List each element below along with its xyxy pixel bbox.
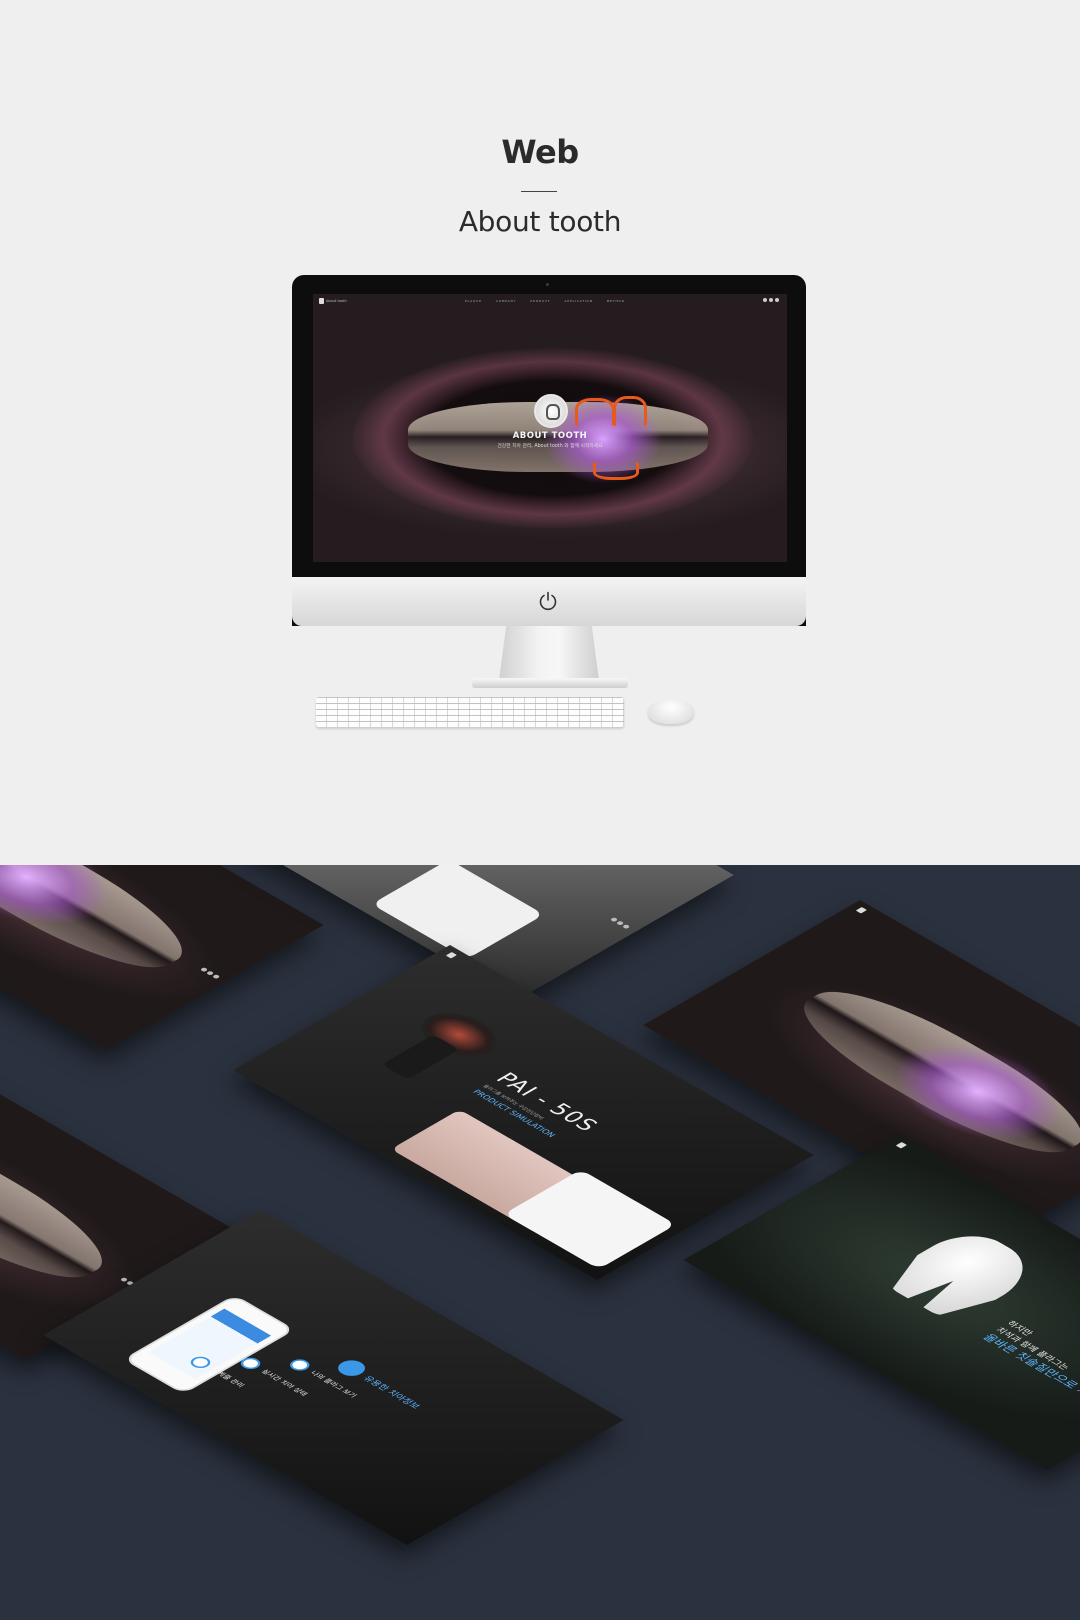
project-title: About tooth	[458, 205, 622, 238]
tooth-logo-icon	[855, 906, 867, 914]
heading-divider	[521, 191, 557, 192]
tooth-logo-icon	[895, 1141, 907, 1149]
facebook-icon[interactable]	[763, 298, 767, 302]
imac-base	[472, 678, 628, 688]
instagram-icon[interactable]	[775, 298, 779, 302]
menu-item-product[interactable]: PRODUCT	[530, 299, 550, 303]
hero-subtitle: 건강한 치아 관리, About tooth 와 함께 시작하세요	[497, 444, 603, 449]
app-feature-label: 스케줄 관리	[209, 1367, 246, 1389]
site-menu: PLAQUE COMPANY PRODUCT APPLICATION METHO…	[465, 299, 625, 303]
tooth-page-copy: 하지만 치석과 함께 플라그는 올바른 칫솔질만으로 제거	[980, 1320, 1080, 1403]
menu-item-application[interactable]: APPLICATION	[565, 299, 593, 303]
social-links	[763, 298, 779, 302]
category-heading: Web	[501, 133, 579, 171]
menu-item-method[interactable]: METHOD	[607, 299, 625, 303]
power-icon	[539, 591, 557, 611]
instagram-icon	[211, 974, 221, 980]
keyboard-image	[316, 697, 624, 727]
tooth-logo-icon	[445, 951, 457, 959]
presentation-top-section: Web About tooth About tooth PLAQUE COMPA…	[0, 0, 1080, 865]
plaque-outline	[613, 396, 647, 426]
instagram-icon	[621, 924, 631, 930]
site-brand-name: About tooth	[326, 299, 347, 303]
tooth-3d-image	[875, 1225, 1048, 1325]
site-logo	[855, 906, 867, 914]
plaque-outline	[575, 398, 615, 426]
isometric-mockups-section: PAI - 50S 플라그를 보여주는 구강진단장비 PRODUCT SIMUL…	[0, 865, 1080, 1620]
hero-title: ABOUT TOOTH	[512, 431, 588, 441]
product-title: PAI - 50S	[489, 1069, 604, 1136]
social-links	[199, 967, 221, 980]
camera-icon	[285, 1357, 314, 1374]
phone-image	[371, 865, 545, 960]
tooth-emblem-icon	[534, 394, 568, 428]
site-navbar: About tooth PLAQUE COMPANY PRODUCT APPLI…	[313, 294, 787, 308]
plaque-outline	[593, 462, 639, 480]
imac-camera	[546, 283, 549, 286]
mockup-page-mouth-top-left	[0, 865, 324, 1051]
app-feature-label: 유용한 치아정보	[360, 1374, 422, 1411]
site-logo	[895, 1141, 907, 1149]
teeth-image	[0, 1099, 132, 1295]
menu-item-company[interactable]: COMPANY	[496, 299, 516, 303]
tooth-logo-icon	[319, 298, 324, 304]
website-hero-screen: About tooth PLAQUE COMPANY PRODUCT APPLI…	[313, 294, 787, 562]
menu-item-plaque[interactable]: PLAQUE	[465, 299, 482, 303]
social-links	[609, 917, 631, 930]
twitter-icon[interactable]	[769, 298, 773, 302]
mouse-image	[648, 700, 694, 724]
site-logo	[445, 951, 457, 959]
info-icon	[332, 1357, 371, 1380]
site-logo[interactable]: About tooth	[319, 298, 347, 304]
